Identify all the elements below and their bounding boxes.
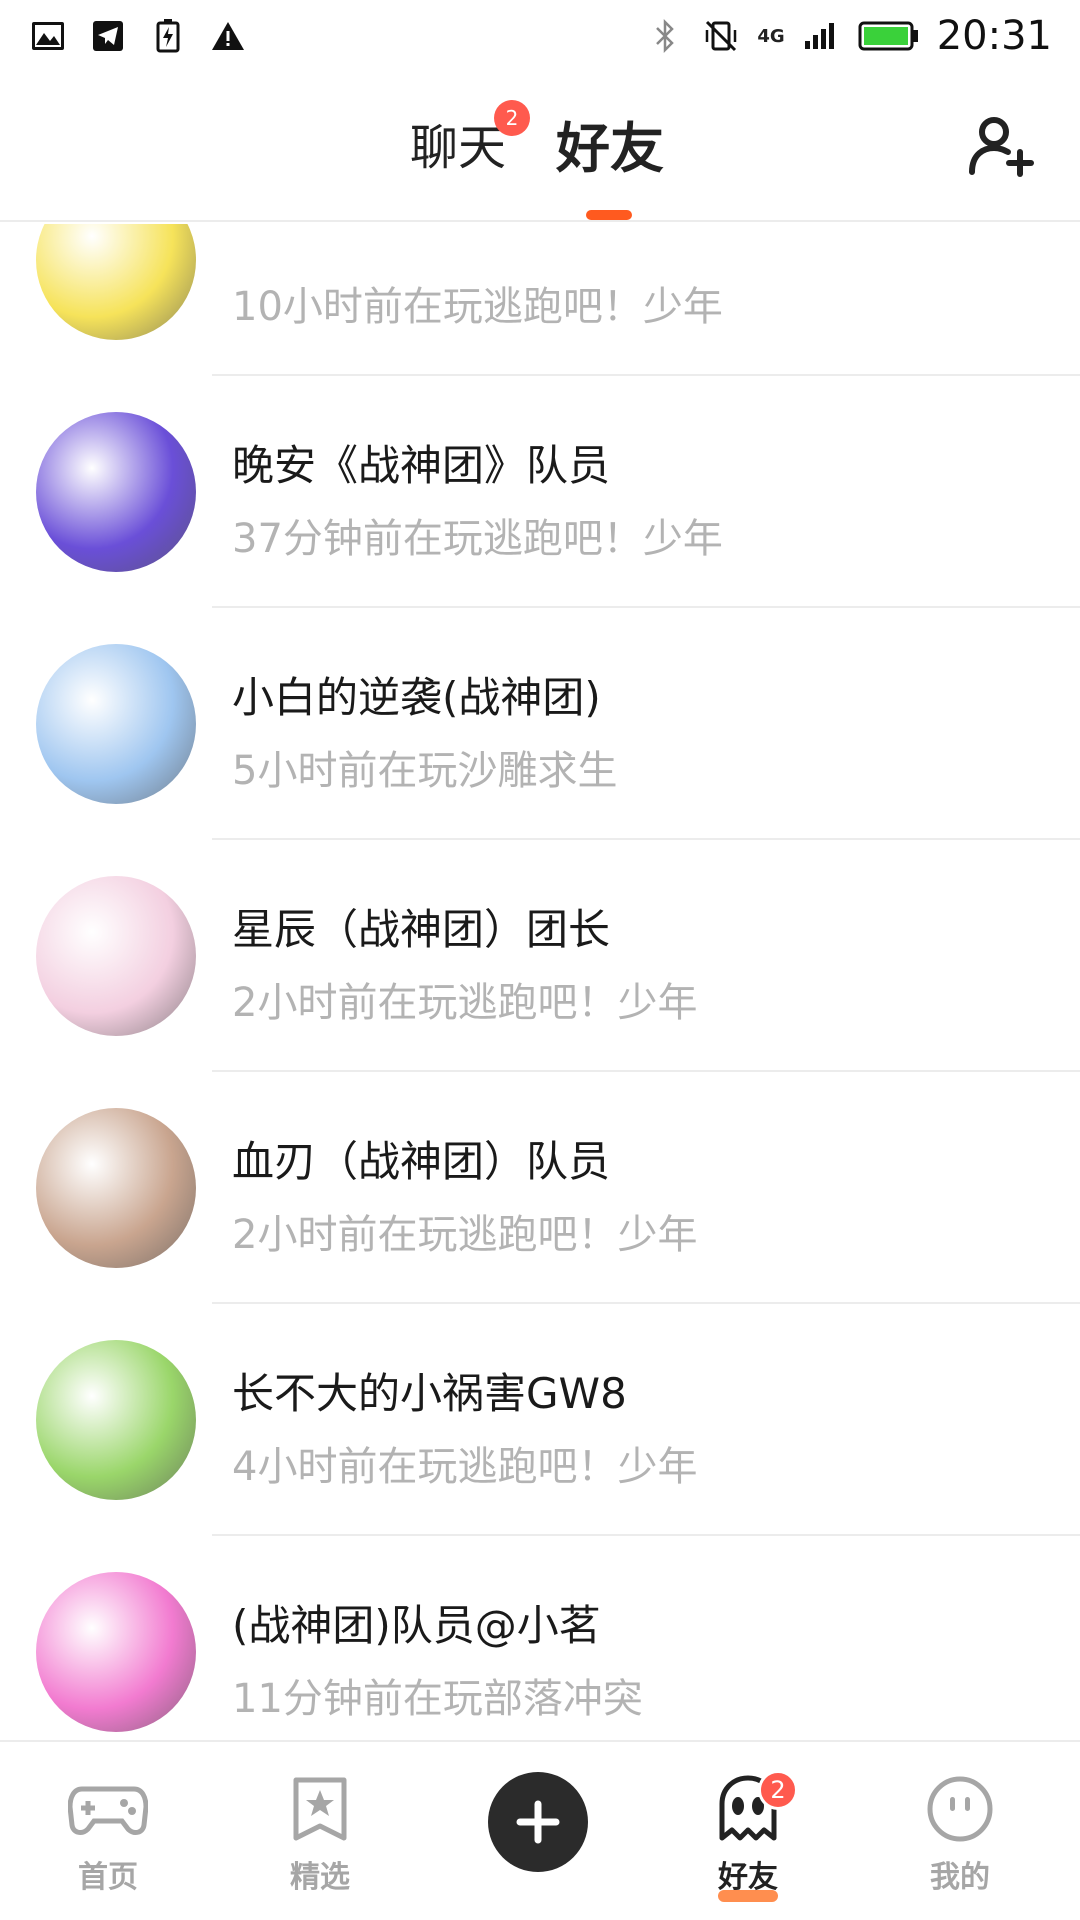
- battery-saver-icon: [148, 16, 188, 56]
- warning-icon: [208, 16, 248, 56]
- friend-avatar[interactable]: [36, 1108, 196, 1268]
- vibrate-off-icon: [701, 16, 741, 56]
- friend-activity-status: 37分钟前在玩逃跑吧！少年: [232, 516, 723, 562]
- friend-activity-status: 10小时前在玩逃跑吧！少年: [232, 284, 723, 330]
- bluetooth-icon: [645, 16, 685, 56]
- network-type: 4G: [757, 25, 785, 47]
- friend-list-content: 10小时前在玩逃跑吧！少年 晚安《战神团》队员 37分钟前在玩逃跑吧！少年 小白的逆袭…: [0, 224, 1080, 1739]
- top-header: 聊天 2 好友: [0, 72, 1080, 222]
- telegram-icon: [88, 16, 128, 56]
- friend-row[interactable]: (战神团)队员@小茗 11分钟前在玩部落冲突: [0, 1536, 1080, 1739]
- friend-avatar[interactable]: [36, 412, 196, 572]
- nav-friends[interactable]: 2 好友: [648, 1742, 848, 1920]
- friend-name: 晚安《战神团》队员: [232, 441, 611, 490]
- plus-icon: [516, 1800, 560, 1844]
- battery-icon: [857, 16, 921, 56]
- nav-picks[interactable]: 精选: [220, 1742, 420, 1920]
- friend-activity-status: 2小时前在玩逃跑吧！少年: [232, 980, 698, 1026]
- active-tab-indicator: [586, 210, 632, 220]
- friend-name: 血刃（战神团）队员: [232, 1137, 611, 1186]
- friend-activity-status: 4小时前在玩逃跑吧！少年: [232, 1444, 698, 1490]
- friend-avatar[interactable]: [36, 876, 196, 1036]
- friend-list[interactable]: 10小时前在玩逃跑吧！少年 晚安《战神团》队员 37分钟前在玩逃跑吧！少年 小白的逆袭…: [0, 224, 1080, 1739]
- tab-friends[interactable]: 好友: [556, 104, 664, 183]
- friend-avatar[interactable]: [36, 1340, 196, 1500]
- nav-home[interactable]: 首页: [8, 1742, 208, 1920]
- image-icon: [28, 16, 68, 56]
- friend-row[interactable]: 星辰（战神团）团长 2小时前在玩逃跑吧！少年: [0, 840, 1080, 1072]
- friend-avatar[interactable]: [36, 644, 196, 804]
- friend-name: 星辰（战神团）团长: [232, 905, 611, 954]
- signal-icon: [801, 16, 841, 56]
- friend-activity-status: 11分钟前在玩部落冲突: [232, 1676, 643, 1722]
- smiley-icon: [920, 1772, 1000, 1846]
- nav-me-label: 我的: [930, 1860, 990, 1895]
- gamepad-icon: [68, 1772, 148, 1846]
- friend-name: 长不大的小祸害GW8: [232, 1369, 627, 1418]
- friend-row[interactable]: 长不大的小祸害GW8 4小时前在玩逃跑吧！少年: [0, 1304, 1080, 1536]
- friend-name: (战神团)队员@小茗: [232, 1601, 601, 1650]
- chat-unread-badge: 2: [494, 100, 530, 136]
- nav-friends-label: 好友: [718, 1860, 778, 1895]
- add-friend-icon[interactable]: [966, 112, 1036, 182]
- friend-row[interactable]: 晚安《战神团》队员 37分钟前在玩逃跑吧！少年: [0, 376, 1080, 608]
- status-left-icons: [28, 16, 248, 56]
- nav-home-label: 首页: [78, 1860, 138, 1895]
- friend-activity-status: 5小时前在玩沙雕求生: [232, 748, 618, 794]
- clock: 20:31: [936, 13, 1052, 59]
- friend-activity-status: 2小时前在玩逃跑吧！少年: [232, 1212, 698, 1258]
- friend-row[interactable]: 10小时前在玩逃跑吧！少年: [0, 224, 1080, 376]
- status-bar: 4G 20:31: [0, 0, 1080, 72]
- friend-avatar[interactable]: [36, 224, 196, 340]
- friend-name: 小白的逆袭(战神团): [232, 673, 601, 722]
- bottom-nav: 首页 精选 2 好友 我的: [0, 1740, 1080, 1920]
- tab-chat[interactable]: 聊天: [410, 108, 506, 178]
- friend-row[interactable]: 小白的逆袭(战神团) 5小时前在玩沙雕求生: [0, 608, 1080, 840]
- friend-row[interactable]: 血刃（战神团）队员 2小时前在玩逃跑吧！少年: [0, 1072, 1080, 1304]
- friends-nav-badge: 2: [758, 1770, 798, 1810]
- friend-avatar[interactable]: [36, 1572, 196, 1732]
- bookmark-star-icon: [280, 1772, 360, 1846]
- nav-me[interactable]: 我的: [860, 1742, 1060, 1920]
- nav-picks-label: 精选: [290, 1860, 350, 1895]
- create-button[interactable]: [488, 1772, 588, 1872]
- status-right-icons: 4G 20:31: [645, 13, 1052, 59]
